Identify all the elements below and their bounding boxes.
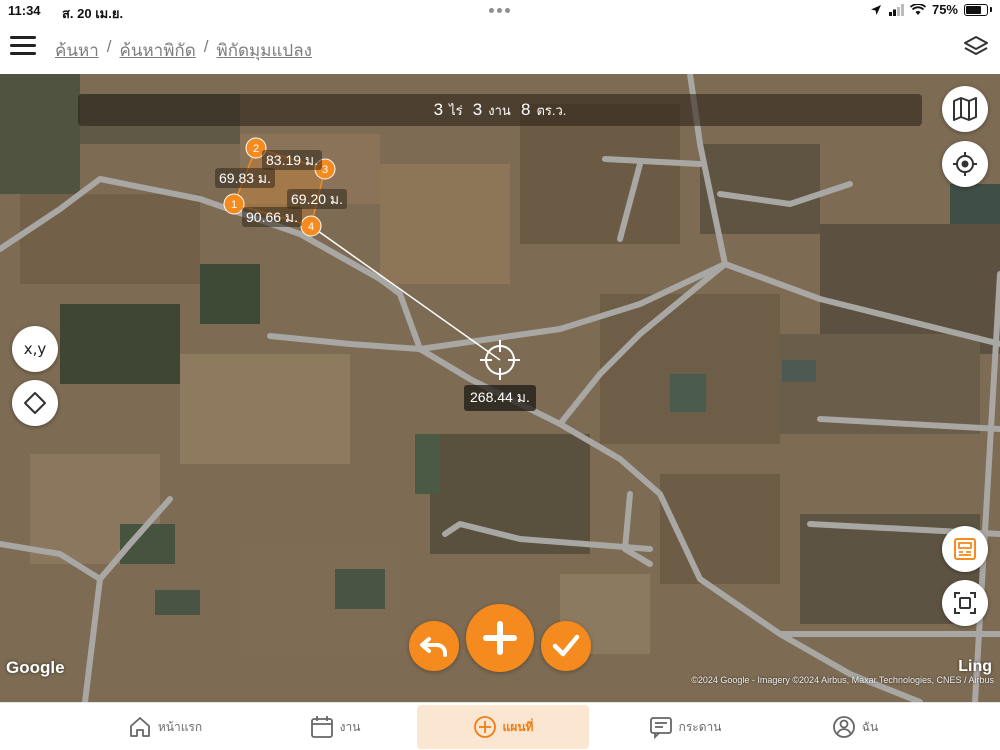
top-bar: ค้นหา / ค้นหาพิกัด / พิกัดมุมแปลง xyxy=(0,22,1000,74)
plot-list-icon xyxy=(954,538,976,560)
bottom-navigation: หน้าแรก งาน แผนที่ กระดาน ฉัน xyxy=(0,702,1000,750)
nav-tasks-label: งาน xyxy=(339,719,361,734)
user-icon xyxy=(832,716,855,738)
battery-icon xyxy=(964,3,988,16)
map-icon xyxy=(953,97,977,121)
signal-icon xyxy=(888,3,904,16)
nav-profile-label: ฉัน xyxy=(861,719,879,734)
layers-icon[interactable] xyxy=(962,34,990,60)
nav-board[interactable]: กระดาน xyxy=(610,705,760,749)
distance-label-4-1: 90.66 ม. xyxy=(242,207,303,227)
area-wa-unit: ตร.ว. xyxy=(536,103,567,118)
home-icon xyxy=(129,717,150,737)
distance-label-3-4: 69.20 ม. xyxy=(287,189,348,209)
my-location-button[interactable] xyxy=(942,141,988,187)
nav-map[interactable]: แผนที่ xyxy=(417,705,589,749)
nav-home-label: หน้าแรก xyxy=(157,719,203,734)
status-indicators: 75% xyxy=(870,2,992,17)
area-rai-value: 3 xyxy=(433,100,444,119)
plus-circle-icon xyxy=(473,716,496,738)
board-icon xyxy=(649,717,672,739)
cursor-distance-label: 268.44 ม. xyxy=(464,385,536,411)
check-icon xyxy=(552,634,580,657)
breadcrumb-separator: / xyxy=(106,37,112,56)
area-rai-unit: ไร่ xyxy=(449,103,463,118)
map-attribution: ©2024 Google - Imagery ©2024 Airbus, Max… xyxy=(691,675,994,685)
nav-board-label: กระดาน xyxy=(678,719,722,734)
calendar-icon xyxy=(310,716,333,738)
nav-tasks[interactable]: งาน xyxy=(260,705,410,749)
distance-label-1-2: 69.83 ม. xyxy=(215,168,276,188)
plus-icon xyxy=(483,621,517,655)
status-date: ส. 20 เม.ย. xyxy=(62,6,124,21)
plot-list-button[interactable] xyxy=(942,526,988,572)
battery-percent: 75% xyxy=(931,2,958,17)
area-summary-banner: 3 ไร่ 3 งาน 8 ตร.ว. xyxy=(78,94,922,126)
satellite-map[interactable]: 3 ไร่ 3 งาน 8 ตร.ว. 1 2 3 4 83.19 ม. 69.… xyxy=(0,74,1000,702)
multitask-dots-icon[interactable] xyxy=(489,8,510,13)
xy-label: x,y xyxy=(23,340,47,358)
undo-button[interactable] xyxy=(409,621,459,671)
status-time: 11:34 xyxy=(8,3,41,18)
breadcrumb-plot-corners[interactable]: พิกัดมุมแปลง xyxy=(217,37,312,64)
undo-icon xyxy=(420,637,447,657)
area-ngan-value: 3 xyxy=(472,100,483,119)
google-logo: Google xyxy=(6,658,65,677)
capture-icon xyxy=(954,592,976,614)
app-root: 11:34 ส. 20 เม.ย. 75% ค้นหา / ค้นหาพิกัด… xyxy=(0,0,1000,750)
gps-target-icon xyxy=(953,152,977,176)
hamburger-menu-icon[interactable] xyxy=(10,36,36,58)
nav-profile[interactable]: ฉัน xyxy=(790,705,920,749)
navigate-button[interactable] xyxy=(12,380,58,426)
breadcrumb-search[interactable]: ค้นหา xyxy=(55,37,99,64)
breadcrumb-separator: / xyxy=(203,37,209,56)
nav-home[interactable]: หน้าแรก xyxy=(90,705,240,749)
distance-label-2-3: 83.19 ม. xyxy=(262,150,323,170)
diamond-direction-icon xyxy=(24,392,46,414)
status-bar: 11:34 ส. 20 เม.ย. 75% xyxy=(0,0,1000,22)
location-arrow-icon xyxy=(870,4,881,15)
breadcrumb: ค้นหา / ค้นหาพิกัด / พิกัดมุมแปลง xyxy=(55,37,312,64)
area-ngan-unit: งาน xyxy=(488,103,511,118)
nav-map-label: แผนที่ xyxy=(502,719,534,734)
area-wa-value: 8 xyxy=(520,100,531,119)
map-view-button[interactable] xyxy=(942,86,988,132)
add-point-button[interactable] xyxy=(466,604,534,672)
screenshot-button[interactable] xyxy=(942,580,988,626)
wifi-icon xyxy=(909,3,926,15)
confirm-button[interactable] xyxy=(541,621,591,671)
xy-coordinate-button[interactable]: x,y xyxy=(12,326,58,372)
ling-logo: Ling xyxy=(958,658,992,675)
breadcrumb-coordinate-search[interactable]: ค้นหาพิกัด xyxy=(119,37,195,64)
